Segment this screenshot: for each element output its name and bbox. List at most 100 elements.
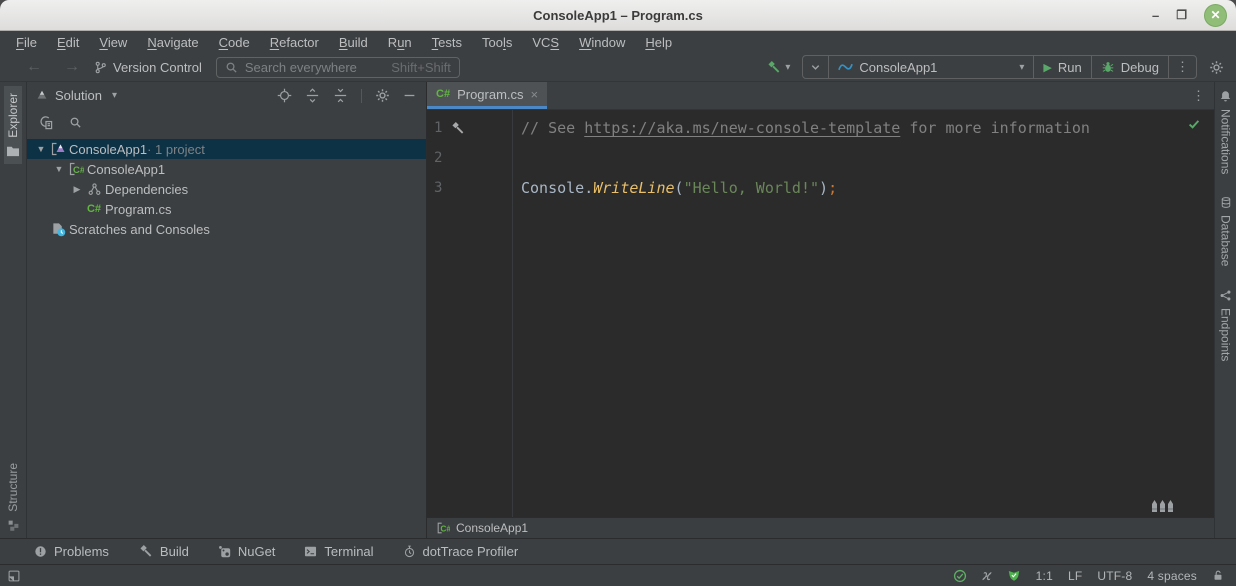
- more-run-options-button[interactable]: ⋮: [1168, 56, 1196, 78]
- toolwindow-tab-terminal[interactable]: Terminal: [304, 544, 373, 559]
- code-segment: "Hello, World!": [684, 179, 819, 197]
- build-solution-button[interactable]: ▾: [766, 60, 790, 75]
- toolwindows-toggle-icon[interactable]: [7, 569, 21, 583]
- status-line-separator[interactable]: LF: [1068, 569, 1082, 583]
- menu-file[interactable]: File: [6, 35, 47, 50]
- gear-icon[interactable]: [375, 88, 390, 103]
- status-readonly-toggle-icon[interactable]: [1212, 569, 1224, 582]
- expand-all-icon[interactable]: [305, 88, 320, 103]
- tree-item-program-cs-3[interactable]: C#Program.cs: [27, 199, 426, 219]
- minimize-icon[interactable]: [403, 89, 416, 102]
- collapse-all-icon[interactable]: [333, 88, 348, 103]
- search-icon[interactable]: [69, 116, 82, 129]
- solution-view-label[interactable]: Solution: [55, 88, 102, 103]
- toolbar-right: ▾ ConsoleApp1 ▾ ▶ Run Debug: [766, 55, 1224, 79]
- status-bar: ϰ1:1LFUTF-84 spaces: [0, 564, 1236, 586]
- maximize-button[interactable]: ❒: [1176, 9, 1187, 21]
- menu-help[interactable]: Help: [635, 35, 682, 50]
- run-configuration-widget: ConsoleApp1 ▾ ▶ Run Debug ⋮: [802, 55, 1197, 79]
- version-control-widget[interactable]: Version Control: [94, 60, 202, 75]
- hammer-icon[interactable]: [450, 121, 465, 136]
- code-segment: .: [584, 179, 593, 197]
- analysis-ok-check-icon[interactable]: [1187, 117, 1201, 131]
- chevron-down-icon[interactable]: ▾: [112, 90, 117, 101]
- menu-vcs[interactable]: VCS: [522, 35, 569, 50]
- tree-item-dependencies-2[interactable]: ▶Dependencies: [27, 179, 426, 199]
- editor-code: // See https://aka.ms/new-console-templa…: [513, 110, 1214, 517]
- nuget-icon: [218, 545, 231, 558]
- code-editor[interactable]: 1 2 3 // See https://aka.ms/new-console-te…: [427, 110, 1214, 517]
- menu-tools[interactable]: Tools: [472, 35, 522, 50]
- gutter-line-3: 3: [427, 173, 512, 203]
- search-everywhere-box[interactable]: Search everywhere Shift+Shift: [216, 57, 460, 78]
- forward-arrow-icon[interactable]: →: [64, 59, 80, 75]
- status-code-analysis-icon[interactable]: [1007, 569, 1021, 582]
- tab-close-icon[interactable]: ×: [531, 88, 539, 101]
- run-button[interactable]: ▶ Run: [1033, 56, 1090, 78]
- search-shortcut: Shift+Shift: [391, 60, 451, 75]
- code-line-1: // See https://aka.ms/new-console-templa…: [521, 113, 1214, 143]
- debug-button[interactable]: Debug: [1091, 56, 1168, 78]
- tab-label: Program.cs: [457, 87, 523, 102]
- menu-navigate[interactable]: Navigate: [137, 35, 208, 50]
- tree-item-label: Scratches and Consoles: [69, 222, 210, 237]
- minimize-button[interactable]: –: [1152, 9, 1159, 22]
- bell-icon: [1219, 90, 1232, 103]
- menu-edit[interactable]: Edit: [47, 35, 89, 50]
- chevron-down-icon[interactable]: ▼: [33, 144, 49, 154]
- sidebar-tab-notifications[interactable]: Notifications: [1219, 90, 1233, 174]
- toolwindow-tab-label: Problems: [54, 544, 109, 559]
- gutter-line-1: 1: [427, 113, 512, 143]
- tree-item-scratches-and-consoles-4[interactable]: Scratches and Consoles: [27, 219, 426, 239]
- tab-options-icon[interactable]: ⋮: [1192, 88, 1205, 104]
- sidebar-tab-structure[interactable]: Structure: [6, 463, 20, 532]
- back-arrow-icon[interactable]: ←: [26, 59, 42, 75]
- search-icon: [225, 61, 238, 74]
- run-configuration-select[interactable]: ConsoleApp1 ▾: [828, 56, 1033, 78]
- toolwindow-tab-nuget[interactable]: NuGet: [218, 544, 276, 559]
- status-inspections-ok-icon[interactable]: [953, 569, 967, 583]
- tree-item-label: ConsoleApp1: [69, 142, 147, 157]
- right-tool-stripe: Notifications Database Endpoints: [1214, 82, 1236, 538]
- chevron-down-icon[interactable]: ▼: [51, 164, 67, 174]
- menu-view[interactable]: View: [89, 35, 137, 50]
- chevron-right-icon[interactable]: ▶: [69, 184, 85, 195]
- solution-view-icon: [35, 89, 49, 103]
- settings-gear-icon[interactable]: [1209, 60, 1224, 75]
- code-segment: https://aka.ms/new-console-template: [584, 119, 900, 137]
- scratches-icon: [49, 222, 67, 237]
- sidebar-tab-endpoints[interactable]: Endpoints: [1219, 289, 1233, 361]
- select-opened-file-icon[interactable]: [38, 115, 53, 130]
- menu-refactor[interactable]: Refactor: [260, 35, 329, 50]
- breadcrumb-project[interactable]: ConsoleApp1: [456, 521, 528, 535]
- menu-tests[interactable]: Tests: [422, 35, 472, 50]
- run-widget-expand-button[interactable]: [803, 56, 828, 78]
- tree-item-sublabel: · 1 project: [147, 142, 205, 157]
- toolwindow-tab-dottrace-profiler[interactable]: dotTrace Profiler: [403, 544, 519, 559]
- menu-window[interactable]: Window: [569, 35, 635, 50]
- tab-program-cs[interactable]: C# Program.cs ×: [427, 82, 547, 109]
- tree-item-consoleapp1-0[interactable]: ▼ ConsoleApp1 · 1 project: [27, 139, 426, 159]
- menu-build[interactable]: Build: [329, 35, 378, 50]
- close-button[interactable]: ✕: [1204, 4, 1227, 27]
- tree-item-consoleapp1-1[interactable]: ▼C#ConsoleApp1: [27, 159, 426, 179]
- csharp-project-icon: C#: [67, 161, 85, 177]
- code-segment: (: [675, 179, 684, 197]
- status-indent-style[interactable]: 4 spaces: [1147, 569, 1197, 583]
- menu-run[interactable]: Run: [378, 35, 422, 50]
- toolwindow-tab-build[interactable]: Build: [138, 544, 189, 559]
- status-encoding[interactable]: UTF-8: [1097, 569, 1132, 583]
- toolwindow-tab-problems[interactable]: Problems: [34, 544, 109, 559]
- line-number: 2: [434, 150, 442, 166]
- structure-squares-icon: [7, 519, 20, 532]
- sidebar-tab-database[interactable]: Database: [1219, 196, 1233, 266]
- sidebar-tab-explorer[interactable]: Explorer: [4, 86, 22, 164]
- window-controls: – ❒ ✕: [1152, 0, 1227, 30]
- menu-code[interactable]: Code: [209, 35, 260, 50]
- tree-item-label: ConsoleApp1: [87, 162, 165, 177]
- locate-icon[interactable]: [277, 88, 292, 103]
- ide-window: ConsoleApp1 – Program.cs – ❒ ✕ FileEditV…: [0, 0, 1236, 586]
- line-number: 1: [434, 120, 442, 136]
- breadcrumb: C# ConsoleApp1: [427, 517, 1214, 538]
- status-caret-position[interactable]: 1:1: [1036, 569, 1053, 583]
